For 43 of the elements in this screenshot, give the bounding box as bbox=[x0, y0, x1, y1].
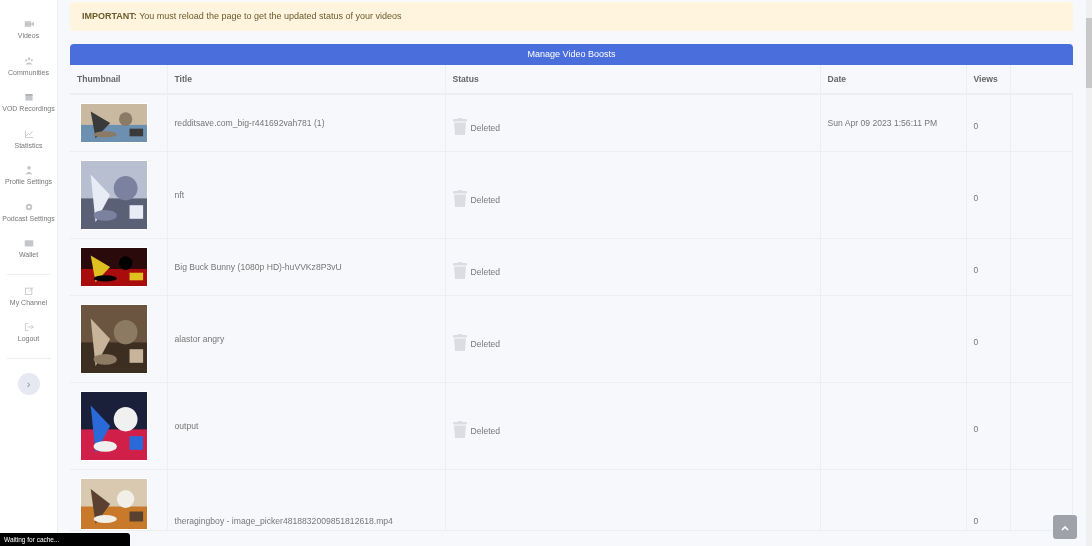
table-cell: 0 bbox=[966, 151, 1010, 239]
trash-icon bbox=[452, 420, 467, 438]
back-to-top-button[interactable] bbox=[1053, 515, 1077, 539]
trash-icon bbox=[452, 117, 467, 135]
status-text: Deleted bbox=[470, 266, 501, 277]
status-text: Deleted bbox=[470, 194, 501, 205]
table-cell: 0 bbox=[966, 469, 1010, 531]
table-cell: 0 bbox=[966, 94, 1010, 152]
trash-icon bbox=[452, 189, 467, 207]
trash-icon bbox=[452, 333, 467, 351]
expand-button[interactable]: › bbox=[17, 372, 40, 395]
logout-icon bbox=[23, 322, 34, 332]
status-text: Deleted bbox=[470, 425, 501, 436]
table-cell: 0 bbox=[966, 295, 1010, 383]
scrollbar[interactable] bbox=[1086, 0, 1092, 546]
chart-icon bbox=[23, 128, 34, 139]
column-header: Date bbox=[820, 65, 966, 95]
table-cell: 0 bbox=[966, 382, 1010, 470]
status-text: Deleted bbox=[470, 338, 501, 349]
table-cell: redditsave.com_big-r441692vah781 (1) bbox=[167, 94, 445, 152]
trash-icon bbox=[452, 261, 467, 279]
table-cell: theragingboy - image_picker4818832009851812618.mp4 bbox=[167, 469, 445, 531]
alert-message: IMPORTANT: You must reload the page to get the updated status of your videos bbox=[70, 2, 1073, 31]
column-header: Status bbox=[445, 65, 820, 95]
column-header: Views bbox=[966, 65, 1010, 95]
table-cell: output bbox=[167, 382, 445, 470]
person-icon bbox=[23, 165, 34, 175]
table-cell: alastor angry bbox=[167, 295, 445, 383]
calendar-icon bbox=[23, 92, 34, 102]
column-header: Title bbox=[167, 65, 445, 95]
edit-icon bbox=[23, 285, 34, 296]
column-header: Thumbnail bbox=[70, 65, 167, 95]
caret-up-icon bbox=[1060, 523, 1070, 532]
table-cell: Big Buck Bunny (1080p HD)-huVVKz8P3vU bbox=[167, 238, 445, 296]
gear-icon bbox=[23, 201, 34, 212]
people-icon bbox=[23, 55, 34, 66]
manage-boosts-button[interactable]: Manage Video Boosts bbox=[70, 44, 1073, 66]
table-cell: 0 bbox=[966, 238, 1010, 296]
status-text: Deleted bbox=[470, 122, 501, 133]
wallet-icon bbox=[23, 238, 34, 248]
table-cell: Sun Apr 09 2023 1:56:11 PM bbox=[820, 94, 966, 152]
video-camera-icon bbox=[23, 19, 34, 29]
table-cell: nft bbox=[167, 151, 445, 239]
